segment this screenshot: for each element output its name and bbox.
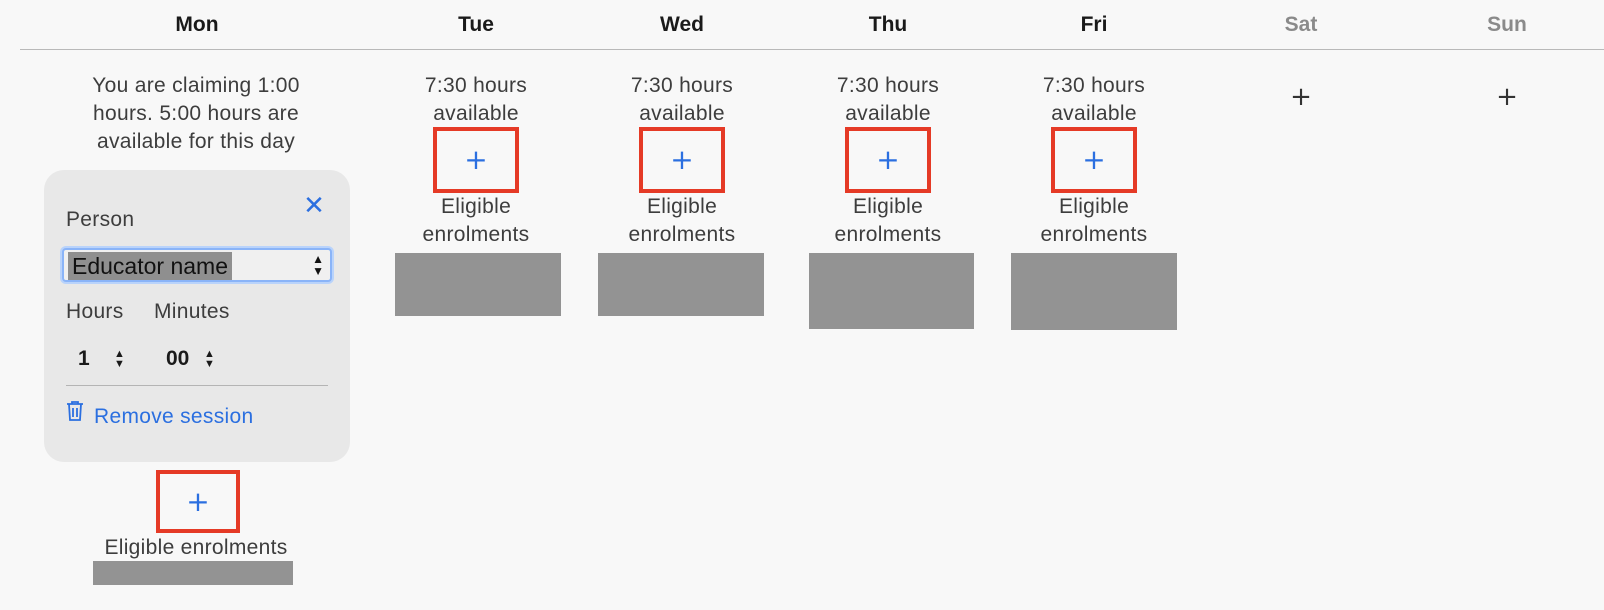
day-header-fri: Fri [1080, 13, 1108, 36]
hours-value: 1 [78, 347, 90, 370]
day-header-tue: Tue [458, 13, 494, 36]
wed-eligible-line2: enrolments [628, 223, 736, 246]
person-select[interactable]: Educator name ▲ ▼ [62, 248, 332, 282]
wed-avail-line1: 7:30 hours [630, 74, 734, 97]
tue-enrolment-block [395, 253, 561, 316]
day-header-sat: Sat [1284, 13, 1318, 36]
fri-column: 7:30 hours available + Eligible enrolmen… [994, 72, 1194, 249]
chevron-up-down-icon: ▲ ▼ [312, 252, 324, 278]
sat-add-session-button[interactable]: + [1281, 82, 1321, 112]
thu-add-session-button[interactable]: + [845, 127, 931, 193]
fri-avail-line1: 7:30 hours [1042, 74, 1146, 97]
tue-avail-line1: 7:30 hours [424, 74, 528, 97]
day-header-mon: Mon [175, 13, 219, 36]
wed-column: 7:30 hours available + Eligible enrolmen… [582, 72, 782, 249]
tue-add-session-button[interactable]: + [433, 127, 519, 193]
wed-add-session-button[interactable]: + [639, 127, 725, 193]
thu-eligible-line2: enrolments [834, 223, 942, 246]
mon-add-session-button[interactable]: + [156, 470, 240, 533]
minutes-label: Minutes [154, 300, 230, 323]
week-header: Mon Tue Wed Thu Fri Sat Sun [0, 0, 1604, 50]
header-divider [20, 49, 1604, 50]
tue-eligible-line2: enrolments [422, 223, 530, 246]
minutes-stepper[interactable]: 00 ▲ ▼ [166, 345, 226, 373]
minutes-value: 00 [166, 347, 190, 370]
tue-avail-line2: available [433, 102, 519, 125]
sun-add-session-button[interactable]: + [1487, 82, 1527, 112]
fri-add-session-button[interactable]: + [1051, 127, 1137, 193]
wed-eligible-line1: Eligible [646, 195, 718, 218]
close-icon[interactable]: ✕ [299, 191, 329, 221]
day-header-thu: Thu [868, 13, 908, 36]
wed-avail-line2: available [639, 102, 725, 125]
hours-stepper[interactable]: 1 ▲ ▼ [78, 345, 138, 373]
trash-icon [66, 400, 84, 431]
thu-eligible-line1: Eligible [852, 195, 924, 218]
fri-eligible-line2: enrolments [1040, 223, 1148, 246]
remove-session-button[interactable]: Remove session [66, 400, 254, 432]
thu-column: 7:30 hours available + Eligible enrolmen… [788, 72, 988, 249]
tue-column: 7:30 hours available + Eligible enrolmen… [376, 72, 576, 249]
card-divider [66, 385, 328, 386]
stepper-arrows-icon: ▲ ▼ [114, 348, 125, 370]
remove-session-label: Remove session [94, 405, 254, 428]
thu-enrolment-block [809, 253, 974, 329]
session-card: ✕ Person Educator name ▲ ▼ Hours Minutes … [44, 170, 350, 462]
hours-label: Hours [66, 300, 124, 323]
mon-eligible-label: Eligible enrolments [104, 536, 288, 559]
fri-eligible-line1: Eligible [1058, 195, 1130, 218]
mon-availability-text: You are claiming 1:00 hours. 5:00 hours … [92, 74, 300, 153]
mon-enrolment-block [93, 561, 293, 585]
fri-avail-line2: available [1051, 102, 1137, 125]
mon-add-wrap: + [156, 470, 240, 533]
wed-enrolment-block [598, 253, 764, 316]
fri-enrolment-block [1011, 253, 1177, 330]
stepper-arrows-icon: ▲ ▼ [204, 348, 215, 370]
person-select-value: Educator name [68, 252, 232, 280]
day-header-wed: Wed [660, 13, 704, 36]
thu-avail-line1: 7:30 hours [836, 74, 940, 97]
person-label: Person [66, 208, 135, 231]
thu-avail-line2: available [845, 102, 931, 125]
day-header-sun: Sun [1487, 13, 1527, 36]
tue-eligible-line1: Eligible [440, 195, 512, 218]
